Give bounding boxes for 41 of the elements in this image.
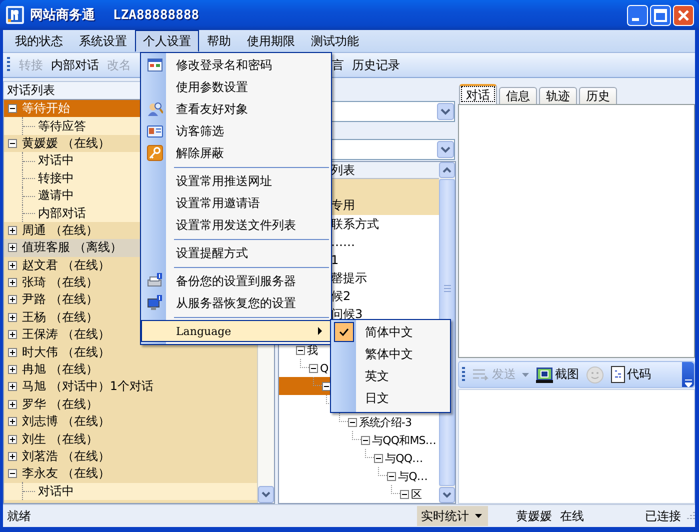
tree-item[interactable]: 邀请中 — [38, 187, 74, 204]
tab[interactable]: 对话 — [459, 84, 497, 104]
tree-item[interactable]: 与Q… — [398, 468, 428, 484]
menu-item[interactable]: 系统设置 — [71, 30, 135, 52]
tree-item[interactable]: 与QQ… — [385, 450, 423, 466]
user-name: 黄媛媛 — [516, 508, 552, 524]
tab[interactable]: 历史 — [579, 87, 617, 104]
menu-item[interactable]: 使用期限 — [239, 30, 303, 52]
tab[interactable]: 轨迹 — [539, 87, 577, 104]
tree-item[interactable]: 区 — [411, 486, 422, 502]
tree-item[interactable]: 转接中 — [38, 170, 74, 187]
stats-dropdown[interactable]: 实时统计 — [417, 506, 488, 526]
tree-item[interactable]: 对话中 — [38, 482, 74, 500]
menu-item[interactable]: 个人设置 — [135, 30, 199, 52]
toolbar-button[interactable]: 历史记录 — [349, 54, 403, 76]
toolbar-button[interactable]: 言 — [329, 54, 347, 76]
connection-status: 已连接 — [645, 508, 681, 524]
menu-item[interactable]: 测试功能 — [303, 30, 367, 52]
tree-item[interactable]: 对话中 — [38, 152, 74, 170]
menu-item[interactable]: 日文 — [331, 387, 450, 409]
tree-item[interactable]: 等待应答 — [38, 118, 86, 135]
toolbar-button[interactable]: 截图 — [535, 365, 580, 384]
status-text: 就绪 — [6, 508, 32, 524]
tree-item[interactable]: 内部对话 — [38, 204, 86, 222]
user-status: 在线 — [560, 508, 584, 524]
tree-item[interactable]: 系统介绍-3 — [359, 414, 412, 430]
toolbar-button[interactable]: 代码 — [610, 365, 652, 384]
account-id: LZA88888888 — [113, 8, 200, 22]
menu-item[interactable]: 英文 — [331, 365, 450, 387]
tree-item[interactable]: 我 — [307, 342, 318, 358]
menu-item[interactable]: 帮助 — [199, 30, 239, 52]
window-title: 网站商务通 — [30, 6, 95, 24]
tree-item[interactable]: 与QQ和MS… — [372, 432, 436, 448]
toolbar-button[interactable]: 内部对话 — [48, 54, 102, 76]
menu-item[interactable]: 我的状态 — [7, 30, 71, 52]
menu-item[interactable]: Language — [141, 320, 331, 342]
menu-item[interactable]: 简体中文 — [331, 321, 450, 343]
menu-item[interactable]: 修改登录名和密码 — [141, 54, 331, 76]
menu-item[interactable]: 繁体中文 — [331, 343, 450, 365]
tab[interactable]: 信息 — [499, 87, 537, 104]
tree-item[interactable]: Q — [320, 362, 328, 374]
